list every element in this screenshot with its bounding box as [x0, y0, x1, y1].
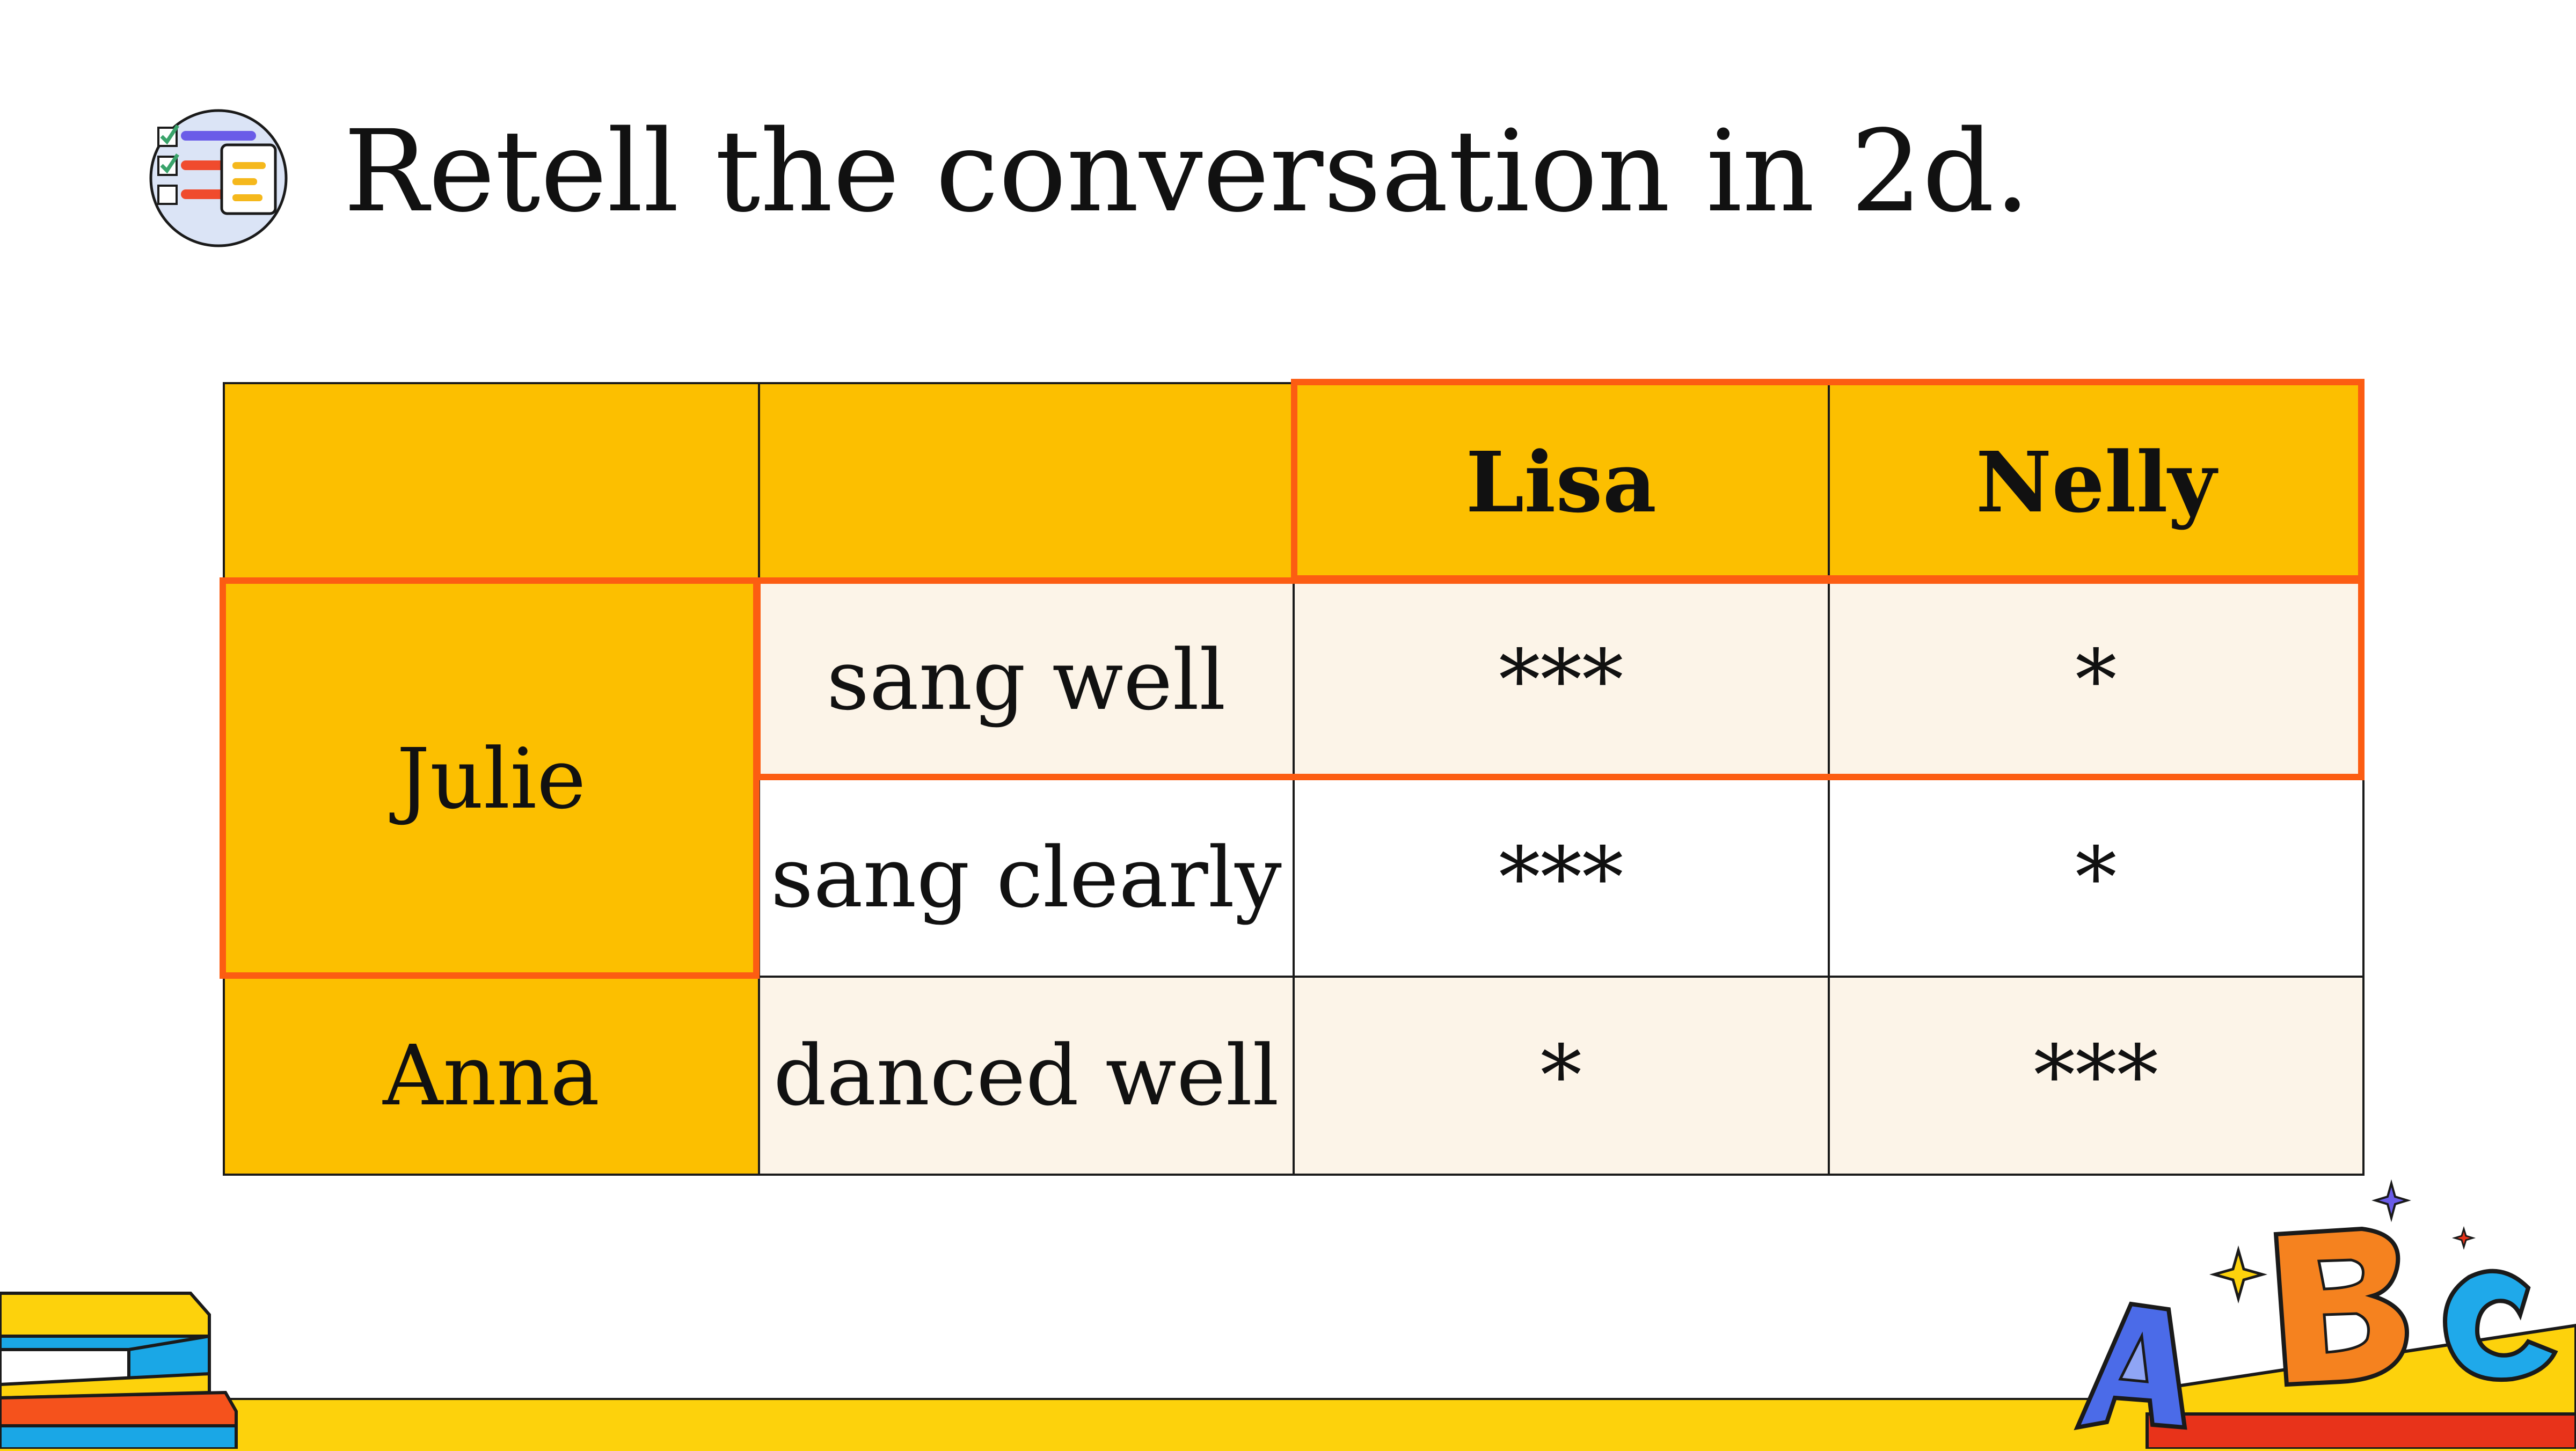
- table-header-row: Lisa Nelly: [223, 382, 2365, 582]
- header-cell-person: [223, 382, 760, 582]
- rating-nelly: *: [1827, 580, 2365, 780]
- row-activity: sang clearly: [757, 778, 1295, 978]
- rating-lisa: *: [1293, 976, 1830, 1176]
- header-cell-nelly: Nelly: [1827, 382, 2365, 582]
- header-cell-activity: [757, 382, 1295, 582]
- table-row: Anna danced well * ***: [223, 976, 2365, 1176]
- rating-nelly: *: [1827, 778, 2365, 978]
- stacked-books-illustration: [0, 1292, 238, 1449]
- page-title: Retell the conversation in 2d.: [344, 106, 2031, 237]
- abc-letters-illustration: [2074, 1179, 2576, 1449]
- comparison-table: Lisa Nelly Julie sang well *** * sang cl…: [223, 382, 2365, 1176]
- row-activity: danced well: [757, 976, 1295, 1176]
- row-activity: sang well: [757, 580, 1295, 780]
- row-person-anna: Anna: [223, 976, 760, 1176]
- header-cell-lisa: Lisa: [1293, 382, 1830, 582]
- rating-nelly: ***: [1827, 976, 2365, 1176]
- rating-lisa: ***: [1293, 778, 1830, 978]
- rating-lisa: ***: [1293, 580, 1830, 780]
- row-person-julie: Julie: [223, 580, 760, 978]
- checklist-icon: [149, 109, 288, 247]
- table-row: Julie sang well *** *: [223, 580, 2365, 978]
